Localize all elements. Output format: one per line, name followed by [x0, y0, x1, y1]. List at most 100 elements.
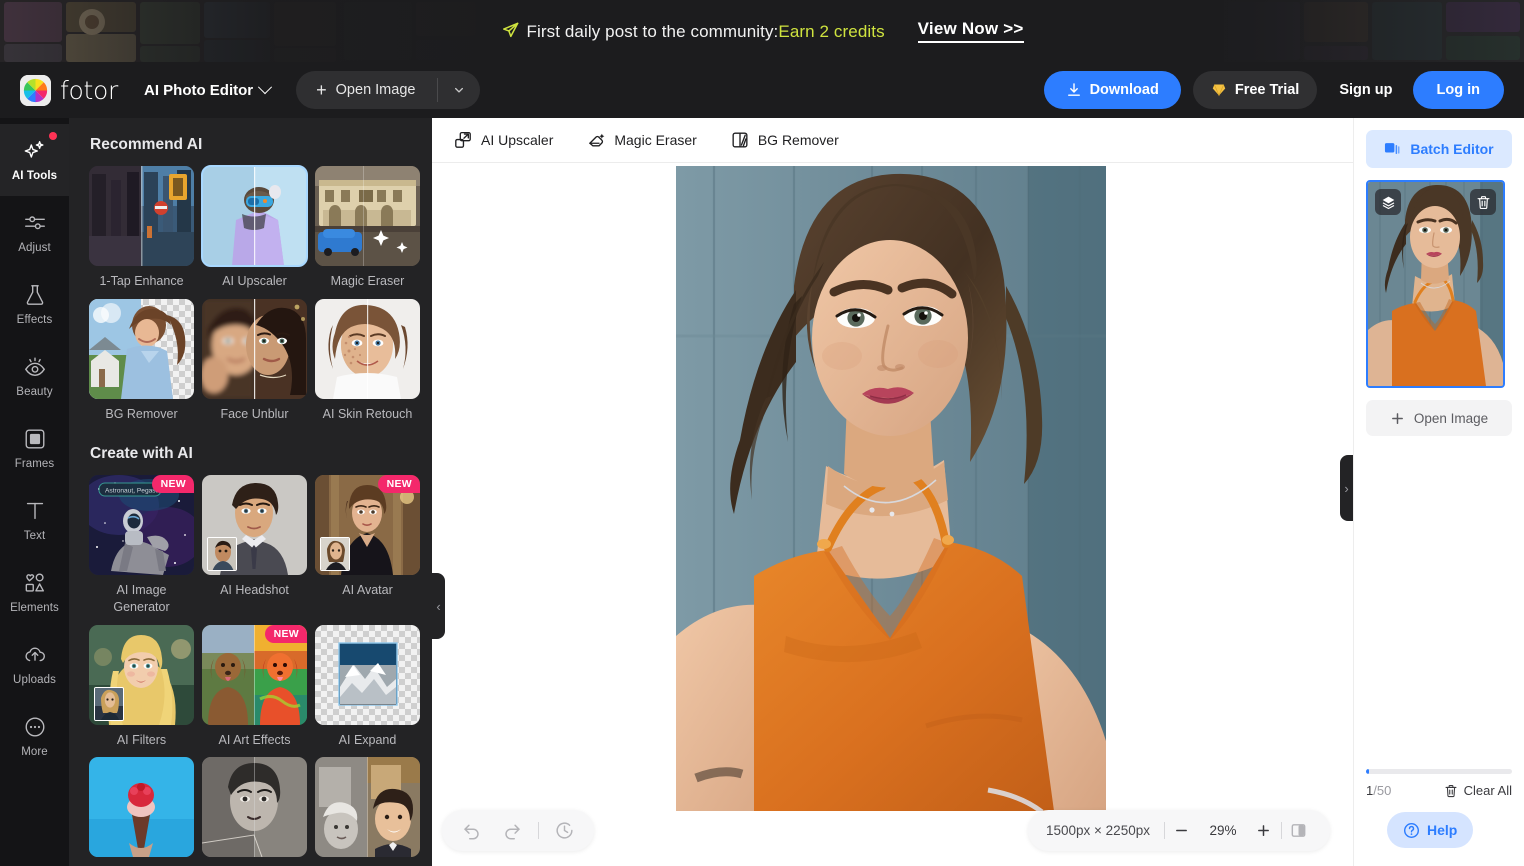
free-trial-button[interactable]: Free Trial [1192, 71, 1318, 109]
history-button[interactable] [555, 821, 574, 840]
sign-up-button[interactable]: Sign up [1339, 82, 1392, 98]
tool-thumbnail: NEW [202, 624, 307, 725]
zoom-in-button[interactable] [1247, 814, 1281, 848]
tool-thumbnail [315, 298, 420, 399]
collapse-left-panel-button[interactable]: ‹ [432, 573, 445, 639]
edited-photo[interactable] [676, 166, 1106, 811]
toolbar-ai-upscaler[interactable]: AI Upscaler [454, 131, 553, 149]
tool-card-ai-art-effects[interactable]: NEW AI Art Effects [202, 624, 307, 749]
tool-card-ai-filters[interactable]: AI Filters [89, 624, 194, 749]
tool-thumbnail: NEW [315, 474, 420, 575]
tool-card-ai-upscaler[interactable]: AI Upscaler [201, 165, 308, 290]
tool-card-magic-eraser[interactable]: Magic Eraser [315, 166, 420, 290]
sidebar-item-text[interactable]: Text [0, 484, 69, 556]
collapse-right-panel-button[interactable]: › [1340, 455, 1353, 521]
batch-progress-fill [1366, 769, 1369, 774]
next-row-partial [89, 757, 420, 858]
canvas-toolbar: AI Upscaler Magic Eraser BG Remover [432, 118, 1353, 163]
sidebar-item-label: Uploads [13, 673, 56, 686]
promo-message: First daily post to the community:Earn 2… [501, 21, 885, 42]
sidebar-item-adjust[interactable]: Adjust [0, 196, 69, 268]
toolbar-magic-eraser[interactable]: Magic Eraser [587, 131, 697, 149]
cloud-up-icon [23, 643, 47, 667]
zoom-toolbar: 1500px × 2250px 29% [1028, 810, 1330, 851]
inset-source-thumbnail [207, 536, 237, 571]
tool-card-label: AI Headshot [220, 582, 289, 597]
open-image-tile-button[interactable]: Open Image [1366, 400, 1512, 436]
send-icon [501, 21, 520, 40]
tool-card-label: Magic Eraser [330, 274, 405, 288]
image-thumbnail-card[interactable] [1366, 180, 1505, 388]
tool-card-1-tap-enhance[interactable]: 1-Tap Enhance [89, 166, 194, 290]
promo-message-prefix: First daily post to the community: [526, 21, 779, 41]
tool-card-ai-headshot[interactable]: AI Headshot [202, 474, 307, 616]
thumbnail-delete-button[interactable] [1470, 189, 1496, 215]
app-header: fotor AI Photo Editor + Open Image Downl… [0, 62, 1524, 118]
sidebar-item-more[interactable]: More [0, 700, 69, 772]
compare-split-button[interactable] [1282, 814, 1316, 848]
history-toolbar [442, 810, 594, 851]
open-image-dropdown-button[interactable] [438, 71, 480, 109]
toolbar-label: BG Remover [757, 132, 839, 148]
tool-thumbnail [315, 166, 420, 266]
tool-card-partial[interactable] [89, 757, 194, 858]
fotor-logo[interactable]: fotor [20, 74, 118, 106]
app-name-label: AI Photo Editor [143, 81, 254, 99]
sidebar-item-label: Beauty [16, 385, 53, 398]
undo-button[interactable] [462, 821, 481, 840]
sidebar-item-label: Frames [14, 457, 55, 470]
new-badge: NEW [264, 624, 307, 643]
zoom-out-button[interactable] [1165, 814, 1199, 848]
tool-card-ai-image-generator[interactable]: Astronaut, Pegasus NEW AI Image Generato… [89, 474, 194, 616]
flask-icon [23, 283, 47, 307]
batch-progress-bar[interactable] [1366, 769, 1512, 774]
tool-card-label: AI Upscaler [222, 274, 287, 288]
trash-icon [1444, 784, 1458, 798]
app-switcher[interactable]: AI Photo Editor [143, 80, 273, 99]
log-in-button[interactable]: Log in [1412, 71, 1504, 109]
sidebar-item-frames[interactable]: Frames [0, 412, 69, 484]
toolbar-label: AI Upscaler [481, 132, 554, 148]
chevron-down-icon [258, 80, 273, 95]
help-button[interactable]: Help [1387, 812, 1474, 848]
tool-card-partial[interactable] [315, 757, 420, 858]
sidebar-item-beauty[interactable]: Beauty [0, 340, 69, 412]
canvas-viewport[interactable] [432, 163, 1353, 866]
sidebar-item-ai-tools[interactable]: AI Tools [0, 124, 69, 196]
zoom-level: 29% [1209, 823, 1237, 838]
view-now-link[interactable]: View Now >> [917, 19, 1024, 43]
tool-card-ai-expand[interactable]: AI Expand [315, 624, 420, 749]
sidebar-item-effects[interactable]: Effects [0, 268, 69, 340]
tool-thumbnail [202, 298, 307, 399]
upscale-icon [454, 131, 472, 149]
batch-footer: 1/50 Clear All [1366, 769, 1512, 798]
toolbar-bg-remover[interactable]: BG Remover [731, 131, 839, 149]
diamond-icon [1211, 83, 1227, 97]
tool-card-bg-remover[interactable]: BG Remover [89, 298, 194, 423]
tool-card-partial[interactable] [202, 757, 307, 858]
promo-banner[interactable]: First daily post to the community:Earn 2… [0, 0, 1524, 62]
tool-thumbnail [202, 474, 307, 575]
chevron-left-icon: ‹ [436, 598, 441, 614]
thumbnail-layers-button[interactable] [1375, 189, 1401, 215]
clear-all-button[interactable]: Clear All [1444, 783, 1512, 798]
open-image-button[interactable]: + Open Image [296, 71, 437, 109]
brand-wordmark: fotor [60, 75, 118, 105]
download-button[interactable]: Download [1043, 71, 1181, 109]
tool-card-label: AI Avatar [342, 582, 393, 597]
tool-card-ai-avatar[interactable]: NEW AI Avatar [315, 474, 420, 616]
toolbar-label: Magic Eraser [614, 132, 697, 148]
new-badge: NEW [151, 474, 194, 493]
sidebar-item-elements[interactable]: Elements [0, 556, 69, 628]
redo-button[interactable] [503, 821, 522, 840]
open-image-tile-label: Open Image [1413, 410, 1489, 426]
batch-count-total: /50 [1373, 783, 1392, 798]
tool-card-face-unblur[interactable]: Face Unblur [202, 298, 307, 423]
batch-count: 1/50 [1366, 783, 1391, 798]
tool-card-ai-skin-retouch[interactable]: AI Skin Retouch [315, 298, 420, 423]
layers-icon [1381, 195, 1396, 210]
clear-all-label: Clear All [1463, 783, 1512, 798]
sliders-icon [23, 211, 47, 235]
sidebar-item-uploads[interactable]: Uploads [0, 628, 69, 700]
batch-editor-button[interactable]: Batch Editor [1366, 130, 1512, 168]
